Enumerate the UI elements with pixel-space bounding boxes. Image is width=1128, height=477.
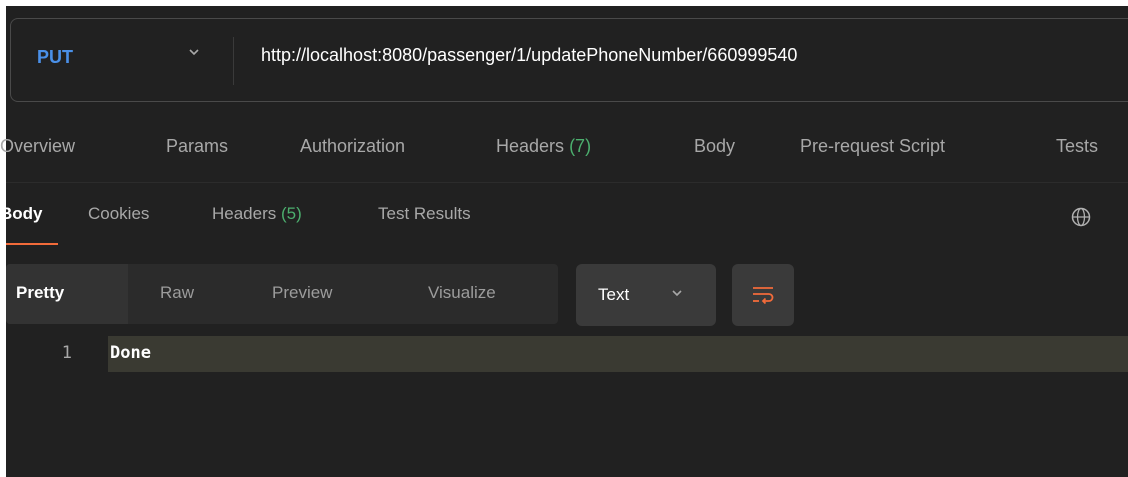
tab-body[interactable]: Body: [694, 136, 735, 157]
tab-prerequest-script[interactable]: Pre-request Script: [800, 136, 945, 157]
request-tabs: Overview Params Authorization Headers (7…: [0, 136, 1128, 166]
response-type-select[interactable]: [576, 264, 716, 326]
format-pretty-button[interactable]: Pretty: [16, 283, 64, 303]
tab-params[interactable]: Params: [166, 136, 228, 157]
response-tab-headers-count: (5): [281, 204, 302, 223]
url-input[interactable]: http://localhost:8080/passenger/1/update…: [261, 45, 797, 66]
tabs-divider: [6, 182, 1128, 183]
left-border: [0, 0, 6, 477]
response-body-text[interactable]: Done: [110, 343, 151, 363]
top-border: [0, 0, 1128, 6]
response-tab-headers-label: Headers: [212, 204, 277, 223]
response-tab-cookies[interactable]: Cookies: [88, 204, 149, 224]
tab-headers-count: (7): [569, 136, 592, 156]
wrap-lines-icon: [753, 287, 774, 305]
url-bar: PUT http://localhost:8080/passenger/1/up…: [10, 18, 1128, 102]
tab-overview[interactable]: Overview: [0, 136, 75, 157]
http-method-select[interactable]: PUT: [37, 47, 73, 68]
format-visualize-button[interactable]: Visualize: [428, 283, 496, 303]
tab-authorization[interactable]: Authorization: [300, 136, 405, 157]
chevron-down-icon: [672, 290, 682, 297]
line-number: 1: [61, 343, 72, 363]
current-line-highlight: [108, 336, 1128, 372]
divider: [233, 37, 234, 85]
format-raw-button[interactable]: Raw: [160, 283, 194, 303]
tab-headers-label: Headers: [496, 136, 565, 156]
active-tab-underline: [6, 243, 58, 245]
response-type-label: Text: [598, 285, 630, 304]
tab-tests[interactable]: Tests: [1056, 136, 1098, 157]
tab-headers[interactable]: Headers (7): [496, 136, 591, 157]
globe-icon[interactable]: [1070, 206, 1092, 228]
postman-request-panel: PUT http://localhost:8080/passenger/1/up…: [0, 0, 1128, 477]
response-tab-headers[interactable]: Headers (5): [212, 204, 302, 224]
response-tab-body[interactable]: Body: [0, 204, 43, 224]
response-tab-test-results[interactable]: Test Results: [378, 204, 471, 224]
chevron-down-icon[interactable]: [187, 45, 201, 59]
format-preview-button[interactable]: Preview: [272, 283, 332, 303]
